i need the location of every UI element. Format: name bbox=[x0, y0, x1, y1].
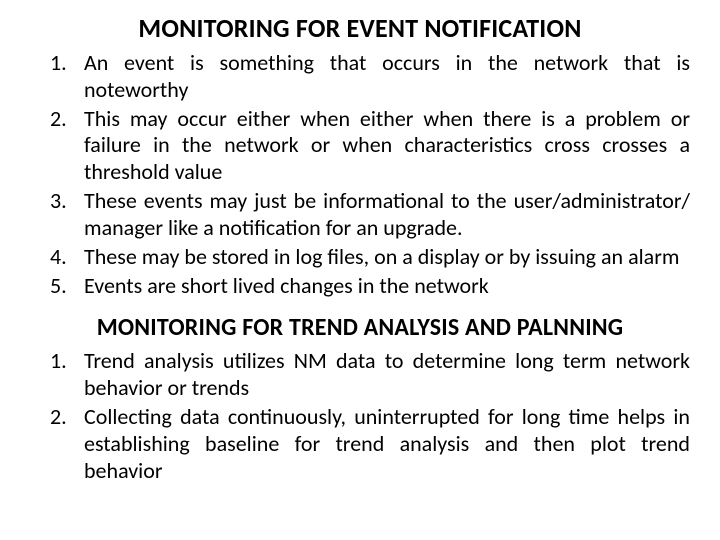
list-item: This may occur either when either when t… bbox=[84, 106, 690, 186]
section2-title: MONITORING FOR TREND ANALYSIS AND PALNNI… bbox=[30, 313, 690, 342]
list-item: These events may just be informational t… bbox=[84, 188, 690, 242]
list-item: Events are short lived changes in the ne… bbox=[84, 273, 690, 300]
section1-list: An event is something that occurs in the… bbox=[30, 50, 690, 299]
list-item: Trend analysis utilizes NM data to deter… bbox=[84, 348, 690, 402]
list-item: These may be stored in log files, on a d… bbox=[84, 244, 690, 271]
list-item: Collecting data continuously, uninterrup… bbox=[84, 404, 690, 484]
list-item: An event is something that occurs in the… bbox=[84, 50, 690, 104]
section2-list: Trend analysis utilizes NM data to deter… bbox=[30, 348, 690, 484]
section1-title: MONITORING FOR EVENT NOTIFICATION bbox=[30, 12, 690, 44]
